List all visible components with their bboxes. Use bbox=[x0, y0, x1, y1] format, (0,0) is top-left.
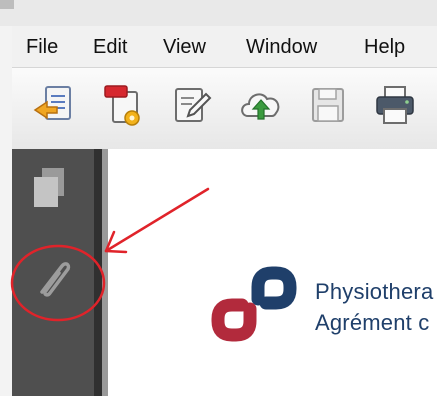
window-title-bar bbox=[0, 0, 437, 27]
create-pdf-icon bbox=[33, 86, 71, 120]
combine-files-icon bbox=[104, 85, 140, 126]
window-icon bbox=[0, 0, 14, 9]
pages-icon bbox=[34, 168, 64, 207]
upload-cloud-button[interactable] bbox=[236, 80, 286, 130]
menu-edit[interactable]: Edit bbox=[93, 34, 127, 60]
print-button[interactable] bbox=[370, 80, 420, 130]
edit-document-icon bbox=[175, 88, 212, 122]
organization-logo bbox=[211, 266, 297, 342]
create-pdf-button[interactable] bbox=[29, 80, 79, 130]
save-icon bbox=[312, 88, 344, 122]
menu-file[interactable]: File bbox=[26, 34, 58, 60]
upload-cloud-icon bbox=[241, 93, 280, 120]
document-page: Physiothera Agrément c bbox=[108, 149, 437, 396]
navigation-pane-splitter[interactable] bbox=[94, 149, 102, 396]
print-icon bbox=[376, 86, 414, 124]
logo-text-line-2: Agrément c bbox=[315, 310, 430, 335]
combine-files-button[interactable] bbox=[95, 80, 145, 130]
menu-window[interactable]: Window bbox=[246, 34, 317, 60]
menu-help[interactable]: Help bbox=[364, 34, 405, 60]
attachments-button[interactable] bbox=[26, 252, 78, 304]
pages-button[interactable] bbox=[28, 165, 76, 215]
edit-document-button[interactable] bbox=[166, 80, 216, 130]
menu-view[interactable]: View bbox=[163, 34, 206, 60]
save-button[interactable] bbox=[303, 80, 353, 130]
logo-text-line-1: Physiothera bbox=[315, 279, 434, 304]
attachments-paperclip-icon bbox=[40, 262, 71, 297]
